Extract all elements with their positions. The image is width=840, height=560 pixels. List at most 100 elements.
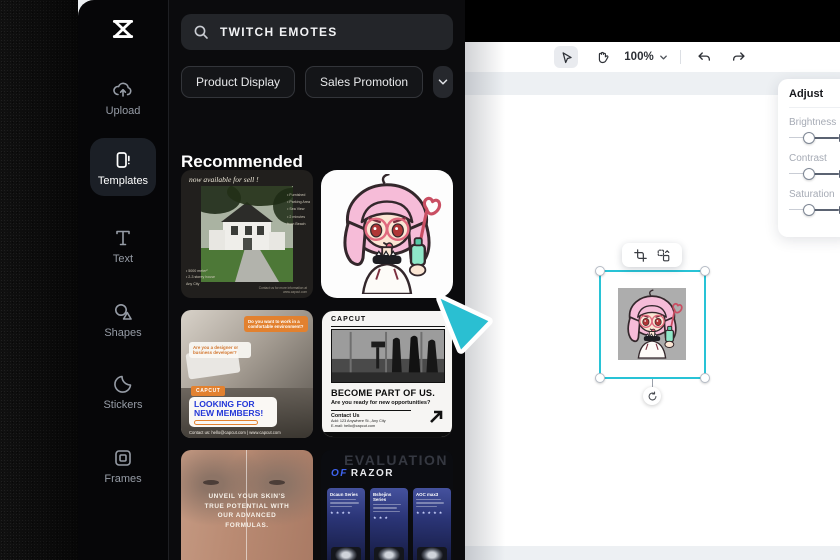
chevron-down-icon bbox=[659, 55, 667, 59]
brand-label: CAPCUT bbox=[331, 316, 367, 323]
template-looking-for-members[interactable]: Do you want to work in a comfortable env… bbox=[181, 310, 313, 438]
zoom-level-control[interactable]: 100% bbox=[624, 51, 668, 63]
sidebar-item-label: Stickers bbox=[103, 399, 143, 411]
replace-icon bbox=[657, 249, 670, 261]
product-cards: Dcaun Series ★ ★ ★ ★ Bshejins Series ★ ★… bbox=[327, 488, 451, 560]
product-card: Dcaun Series ★ ★ ★ ★ bbox=[327, 488, 365, 560]
resize-handle-bottom-left[interactable] bbox=[595, 373, 605, 383]
product-card: Bshejins Series ★ ★ ★ bbox=[370, 488, 408, 560]
template-notes: • 5000 meter² • 2-3 storey house Any Cit… bbox=[186, 268, 216, 287]
rotate-handle[interactable] bbox=[643, 387, 661, 405]
shapes-icon bbox=[115, 304, 132, 320]
headline-card: LOOKING FOR NEW MEMBERS! bbox=[189, 397, 277, 427]
slider-knob[interactable] bbox=[803, 203, 816, 216]
templates-panel: Product Display Sales Promotion Recommen… bbox=[168, 0, 465, 560]
speech-bubble: Do you want to work in a comfortable env… bbox=[244, 316, 308, 332]
chip-product-display[interactable]: Product Display bbox=[181, 66, 296, 98]
template-headline: now available for sell ! bbox=[189, 175, 259, 184]
slider-label: Brightness bbox=[789, 117, 837, 128]
sidebar-item-stickers[interactable]: Stickers bbox=[90, 372, 156, 411]
contact-title: Contact Us bbox=[331, 410, 411, 419]
sidebar-item-label: Shapes bbox=[104, 327, 142, 339]
sidebar-item-templates[interactable]: Templates bbox=[90, 138, 156, 196]
sidebar-item-upload[interactable]: Upload bbox=[90, 78, 156, 117]
saturation-slider[interactable] bbox=[789, 203, 840, 216]
crop-icon bbox=[634, 248, 647, 262]
hand-tool-button[interactable] bbox=[589, 46, 613, 68]
template-headline: BECOME PART OF US. bbox=[331, 388, 435, 398]
template-razor-evaluation[interactable]: EVALUATION OF RAZOR Dcaun Series ★ ★ ★ ★ … bbox=[321, 450, 453, 560]
divider bbox=[322, 432, 452, 437]
slider-label: Contrast bbox=[789, 153, 827, 164]
templates-icon bbox=[116, 152, 130, 168]
divider bbox=[331, 326, 445, 327]
contrast-slider[interactable] bbox=[789, 167, 840, 180]
frames-icon bbox=[115, 450, 131, 466]
toolbar-controls: 100% bbox=[465, 46, 840, 68]
resize-handle-top-left[interactable] bbox=[595, 266, 605, 276]
filter-chips-row: Product Display Sales Promotion bbox=[181, 66, 453, 98]
search-icon bbox=[194, 25, 208, 39]
background-texture bbox=[0, 0, 78, 560]
contact-line: Add: 123 Anywhere St., Any City bbox=[331, 419, 386, 423]
select-tool-button[interactable] bbox=[554, 46, 579, 68]
chips-expand-button[interactable] bbox=[433, 66, 453, 98]
capcut-badge: CAPCUT bbox=[191, 386, 226, 396]
icon-sidebar: Upload Templates Text Shapes Stickers Fr… bbox=[78, 0, 168, 560]
slider-knob[interactable] bbox=[803, 167, 816, 180]
replace-media-button[interactable] bbox=[657, 249, 670, 262]
template-title: EVALUATION bbox=[344, 452, 448, 468]
adjust-panel-title: Adjust bbox=[789, 88, 840, 108]
title-of: OF bbox=[331, 468, 348, 479]
resize-handle-bottom-right[interactable] bbox=[700, 373, 710, 383]
title-rest: RAZOR bbox=[350, 468, 394, 479]
undo-button[interactable] bbox=[692, 46, 716, 68]
template-twitch-emote[interactable] bbox=[321, 170, 453, 298]
text-icon bbox=[116, 230, 130, 246]
brightness-slider[interactable] bbox=[789, 131, 840, 144]
template-headline: LOOKING FOR NEW MEMBERS! bbox=[194, 399, 264, 419]
template-footer: Contact us: hello@capcut.com | www.capcu… bbox=[189, 430, 281, 435]
rotate-handle-stem bbox=[651, 379, 653, 387]
capcut-logo-icon bbox=[78, 16, 168, 42]
editor-canvas: 100% Adjust Brightness Contrast Saturati… bbox=[465, 0, 840, 560]
undo-icon bbox=[698, 52, 710, 61]
template-subline: Are you ready for new opportunities? bbox=[331, 400, 431, 406]
selection-mini-toolbar bbox=[622, 243, 682, 267]
chip-sales-promotion[interactable]: Sales Promotion bbox=[305, 66, 424, 98]
hand-tool-icon bbox=[598, 51, 609, 63]
sidebar-item-label: Templates bbox=[97, 175, 149, 187]
template-become-part-of-us[interactable]: CAPCUT BECOME PART OF US. Are you ready … bbox=[321, 310, 453, 438]
redo-icon bbox=[732, 52, 745, 61]
cta-pill bbox=[194, 420, 258, 426]
redo-button[interactable] bbox=[727, 46, 751, 68]
adjust-panel: Adjust Brightness Contrast Saturation bbox=[778, 79, 840, 237]
upload-cloud-icon bbox=[113, 82, 132, 97]
chip-label: Product Display bbox=[196, 75, 281, 89]
sidebar-item-text[interactable]: Text bbox=[90, 226, 156, 265]
template-real-estate[interactable]: now available for sell ! • Furnished • P… bbox=[181, 170, 313, 298]
crop-button[interactable] bbox=[634, 248, 647, 262]
template-caption: Unveil your skin's true potential with o… bbox=[204, 493, 290, 529]
template-skincare[interactable]: Unveil your skin's true potential with o… bbox=[181, 450, 313, 560]
sidebar-item-label: Frames bbox=[104, 473, 142, 485]
divider bbox=[679, 50, 681, 64]
slider-label: Saturation bbox=[789, 189, 835, 200]
template-title-line2: OF RAZOR bbox=[331, 468, 394, 479]
slider-knob[interactable] bbox=[803, 131, 816, 144]
selection-box bbox=[595, 266, 710, 383]
face-graphic bbox=[269, 480, 285, 485]
cursor-tool-icon bbox=[562, 51, 572, 63]
search-input[interactable] bbox=[218, 24, 418, 40]
emote-artwork bbox=[327, 174, 447, 294]
sidebar-item-shapes[interactable]: Shapes bbox=[90, 300, 156, 339]
zoom-level-value: 100% bbox=[624, 51, 654, 63]
face-graphic bbox=[203, 480, 219, 485]
search-bar[interactable] bbox=[181, 14, 453, 50]
resize-handle-top-right[interactable] bbox=[700, 266, 710, 276]
sidebar-item-frames[interactable]: Frames bbox=[90, 446, 156, 485]
template-bullet-list: • Furnished • Parking Area • Sea View • … bbox=[287, 193, 310, 226]
canvas-top-bar bbox=[465, 0, 840, 42]
chevron-down-icon bbox=[438, 79, 448, 85]
product-card: AOC max3 ★ ★ ★ ★ ★ bbox=[413, 488, 451, 560]
